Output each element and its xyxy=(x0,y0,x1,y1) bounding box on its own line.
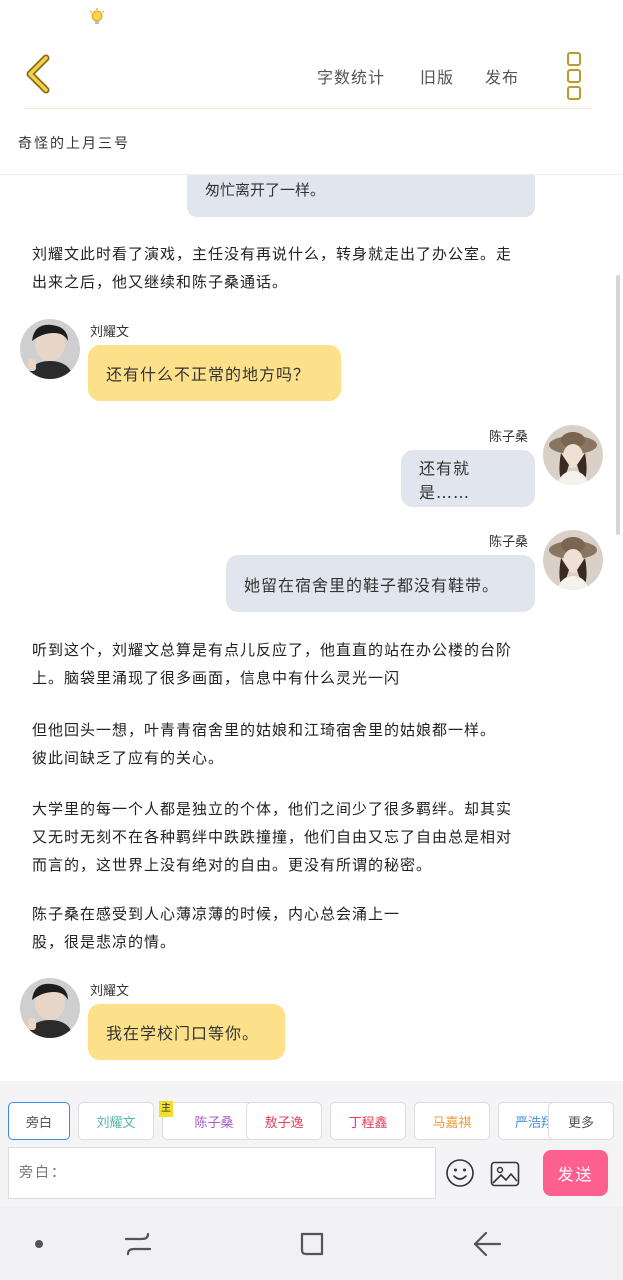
avatar-image xyxy=(20,319,80,379)
publish-link[interactable]: 发布 xyxy=(485,64,519,88)
narration-block: 听到这个，刘耀文总算是有点儿反应了，他直直的站在办公楼的台阶 上。脑袋里涌现了很… xyxy=(32,636,592,692)
story-content[interactable]: 匆忙离开了一样。 刘耀文此时看了演戏，主任没有再说什么，转身就走出了办公室。走 … xyxy=(0,175,623,1081)
more-label: 更多 xyxy=(567,1115,594,1131)
back-button[interactable] xyxy=(22,52,56,96)
avatar-chen-zisang[interactable] xyxy=(543,425,603,485)
top-bar: 字数统计 旧版 发布 xyxy=(0,0,623,112)
lightbulb-icon xyxy=(89,8,105,24)
role-chip-ao-ziyi[interactable]: 敖子逸 xyxy=(246,1102,322,1140)
speaker-name: 刘耀文 xyxy=(90,325,130,340)
role-chip-liu-yaowen[interactable]: 刘耀文 xyxy=(78,1102,154,1140)
speaker-name: 陈子桑 xyxy=(489,430,529,445)
narration-line: 彼此间缺乏了应有的关心。 xyxy=(32,749,225,767)
narration-block: 大学里的每一个人都是独立的个体，他们之间少了很多羁绊。却其实 又无时无刻不在各种… xyxy=(32,795,592,879)
role-label: 陈子桑 xyxy=(194,1115,234,1131)
role-label: 刘耀文 xyxy=(96,1115,136,1131)
old-version-link[interactable]: 旧版 xyxy=(420,64,454,88)
narration-line: 股，很是悲凉的情。 xyxy=(32,933,177,951)
document-title: 奇怪的上月三号 xyxy=(18,136,130,152)
compose-panel: 旁白 刘耀文 陈子桑 主 敖子逸 丁程鑫 马嘉祺 严浩翔 更多 发送 xyxy=(0,1081,623,1207)
role-chip-ma-jiaqi[interactable]: 马嘉祺 xyxy=(414,1102,490,1140)
avatar-liu-yaowen[interactable] xyxy=(20,319,80,379)
role-label: 马嘉祺 xyxy=(432,1115,472,1131)
recent-apps-icon[interactable] xyxy=(124,1231,152,1257)
smiley-icon[interactable] xyxy=(445,1158,475,1188)
narration-line: 陈子桑在感受到人心薄凉薄的时候，内心总会涌上一 xyxy=(32,905,401,923)
divider xyxy=(24,108,592,109)
avatar-chen-zisang[interactable] xyxy=(543,530,603,590)
avatar-image xyxy=(543,425,603,485)
narration-line: 又无时无刻不在各种羁绊中跌跌撞撞，他们自由又忘了自由总是相对 xyxy=(32,828,513,846)
narration-line: 出来之后，他又继续和陈子桑通话。 xyxy=(32,273,289,291)
speaker-name: 刘耀文 xyxy=(90,984,130,999)
bubble-text: 匆忙离开了一样。 xyxy=(205,181,326,199)
menu-dot xyxy=(567,52,581,66)
narration-line: 而言的，这世界上没有绝对的自由。更没有所谓的秘密。 xyxy=(32,856,433,874)
role-label: 旁白 xyxy=(25,1115,52,1131)
narration-line: 刘耀文此时看了演戏，主任没有再说什么，转身就走出了办公室。走 xyxy=(32,245,513,263)
role-chip-ding-chengxin[interactable]: 丁程鑫 xyxy=(330,1102,406,1140)
avatar-image xyxy=(543,530,603,590)
word-count-link[interactable]: 字数统计 xyxy=(317,64,385,88)
menu-dot xyxy=(567,69,581,83)
narration-line: 但他回头一想，叶青青宿舍里的姑娘和江琦宿舍里的姑娘都一样。 xyxy=(32,721,497,739)
message-input[interactable] xyxy=(8,1147,436,1199)
more-roles-button[interactable]: 更多 xyxy=(548,1102,614,1140)
avatar-liu-yaowen[interactable] xyxy=(20,978,80,1038)
send-button[interactable]: 发送 xyxy=(543,1150,608,1196)
back-arrow-icon[interactable] xyxy=(472,1230,502,1258)
role-chip-narrator[interactable]: 旁白 xyxy=(8,1102,70,1140)
dot-icon[interactable] xyxy=(34,1239,44,1249)
chat-bubble[interactable]: 她留在宿舍里的鞋子都没有鞋带。 xyxy=(226,555,535,612)
more-menu-button[interactable] xyxy=(562,52,586,100)
narration-block: 刘耀文此时看了演戏，主任没有再说什么，转身就走出了办公室。走 出来之后，他又继续… xyxy=(32,240,592,296)
main-role-tag: 主 xyxy=(159,1101,173,1117)
system-nav-bar xyxy=(0,1207,623,1280)
role-label: 敖子逸 xyxy=(264,1115,304,1131)
role-label: 丁程鑫 xyxy=(348,1115,388,1131)
chevron-left-icon xyxy=(26,54,50,94)
chat-bubble[interactable]: 还有什么不正常的地方吗？ xyxy=(88,345,341,401)
narration-block: 但他回头一想，叶青青宿舍里的姑娘和江琦宿舍里的姑娘都一样。 彼此间缺乏了应有的关… xyxy=(32,716,592,772)
narration-block: 陈子桑在感受到人心薄凉薄的时候，内心总会涌上一 股，很是悲凉的情。 xyxy=(32,900,592,956)
home-icon[interactable] xyxy=(298,1230,326,1258)
image-icon[interactable] xyxy=(490,1161,520,1187)
narration-line: 听到这个，刘耀文总算是有点儿反应了，他直直的站在办公楼的台阶 xyxy=(32,641,513,659)
chat-bubble-partial: 匆忙离开了一样。 xyxy=(187,175,535,217)
menu-dot xyxy=(567,86,581,100)
chat-bubble[interactable]: 我在学校门口等你。 xyxy=(88,1004,285,1060)
avatar-image xyxy=(20,978,80,1038)
chat-bubble[interactable]: 还有就是…… xyxy=(401,450,535,507)
narration-line: 上。脑袋里涌现了很多画面，信息中有什么灵光一闪 xyxy=(32,669,401,687)
scrollbar-thumb[interactable] xyxy=(616,275,620,535)
speaker-name: 陈子桑 xyxy=(489,535,529,550)
narration-line: 大学里的每一个人都是独立的个体，他们之间少了很多羁绊。却其实 xyxy=(32,800,513,818)
